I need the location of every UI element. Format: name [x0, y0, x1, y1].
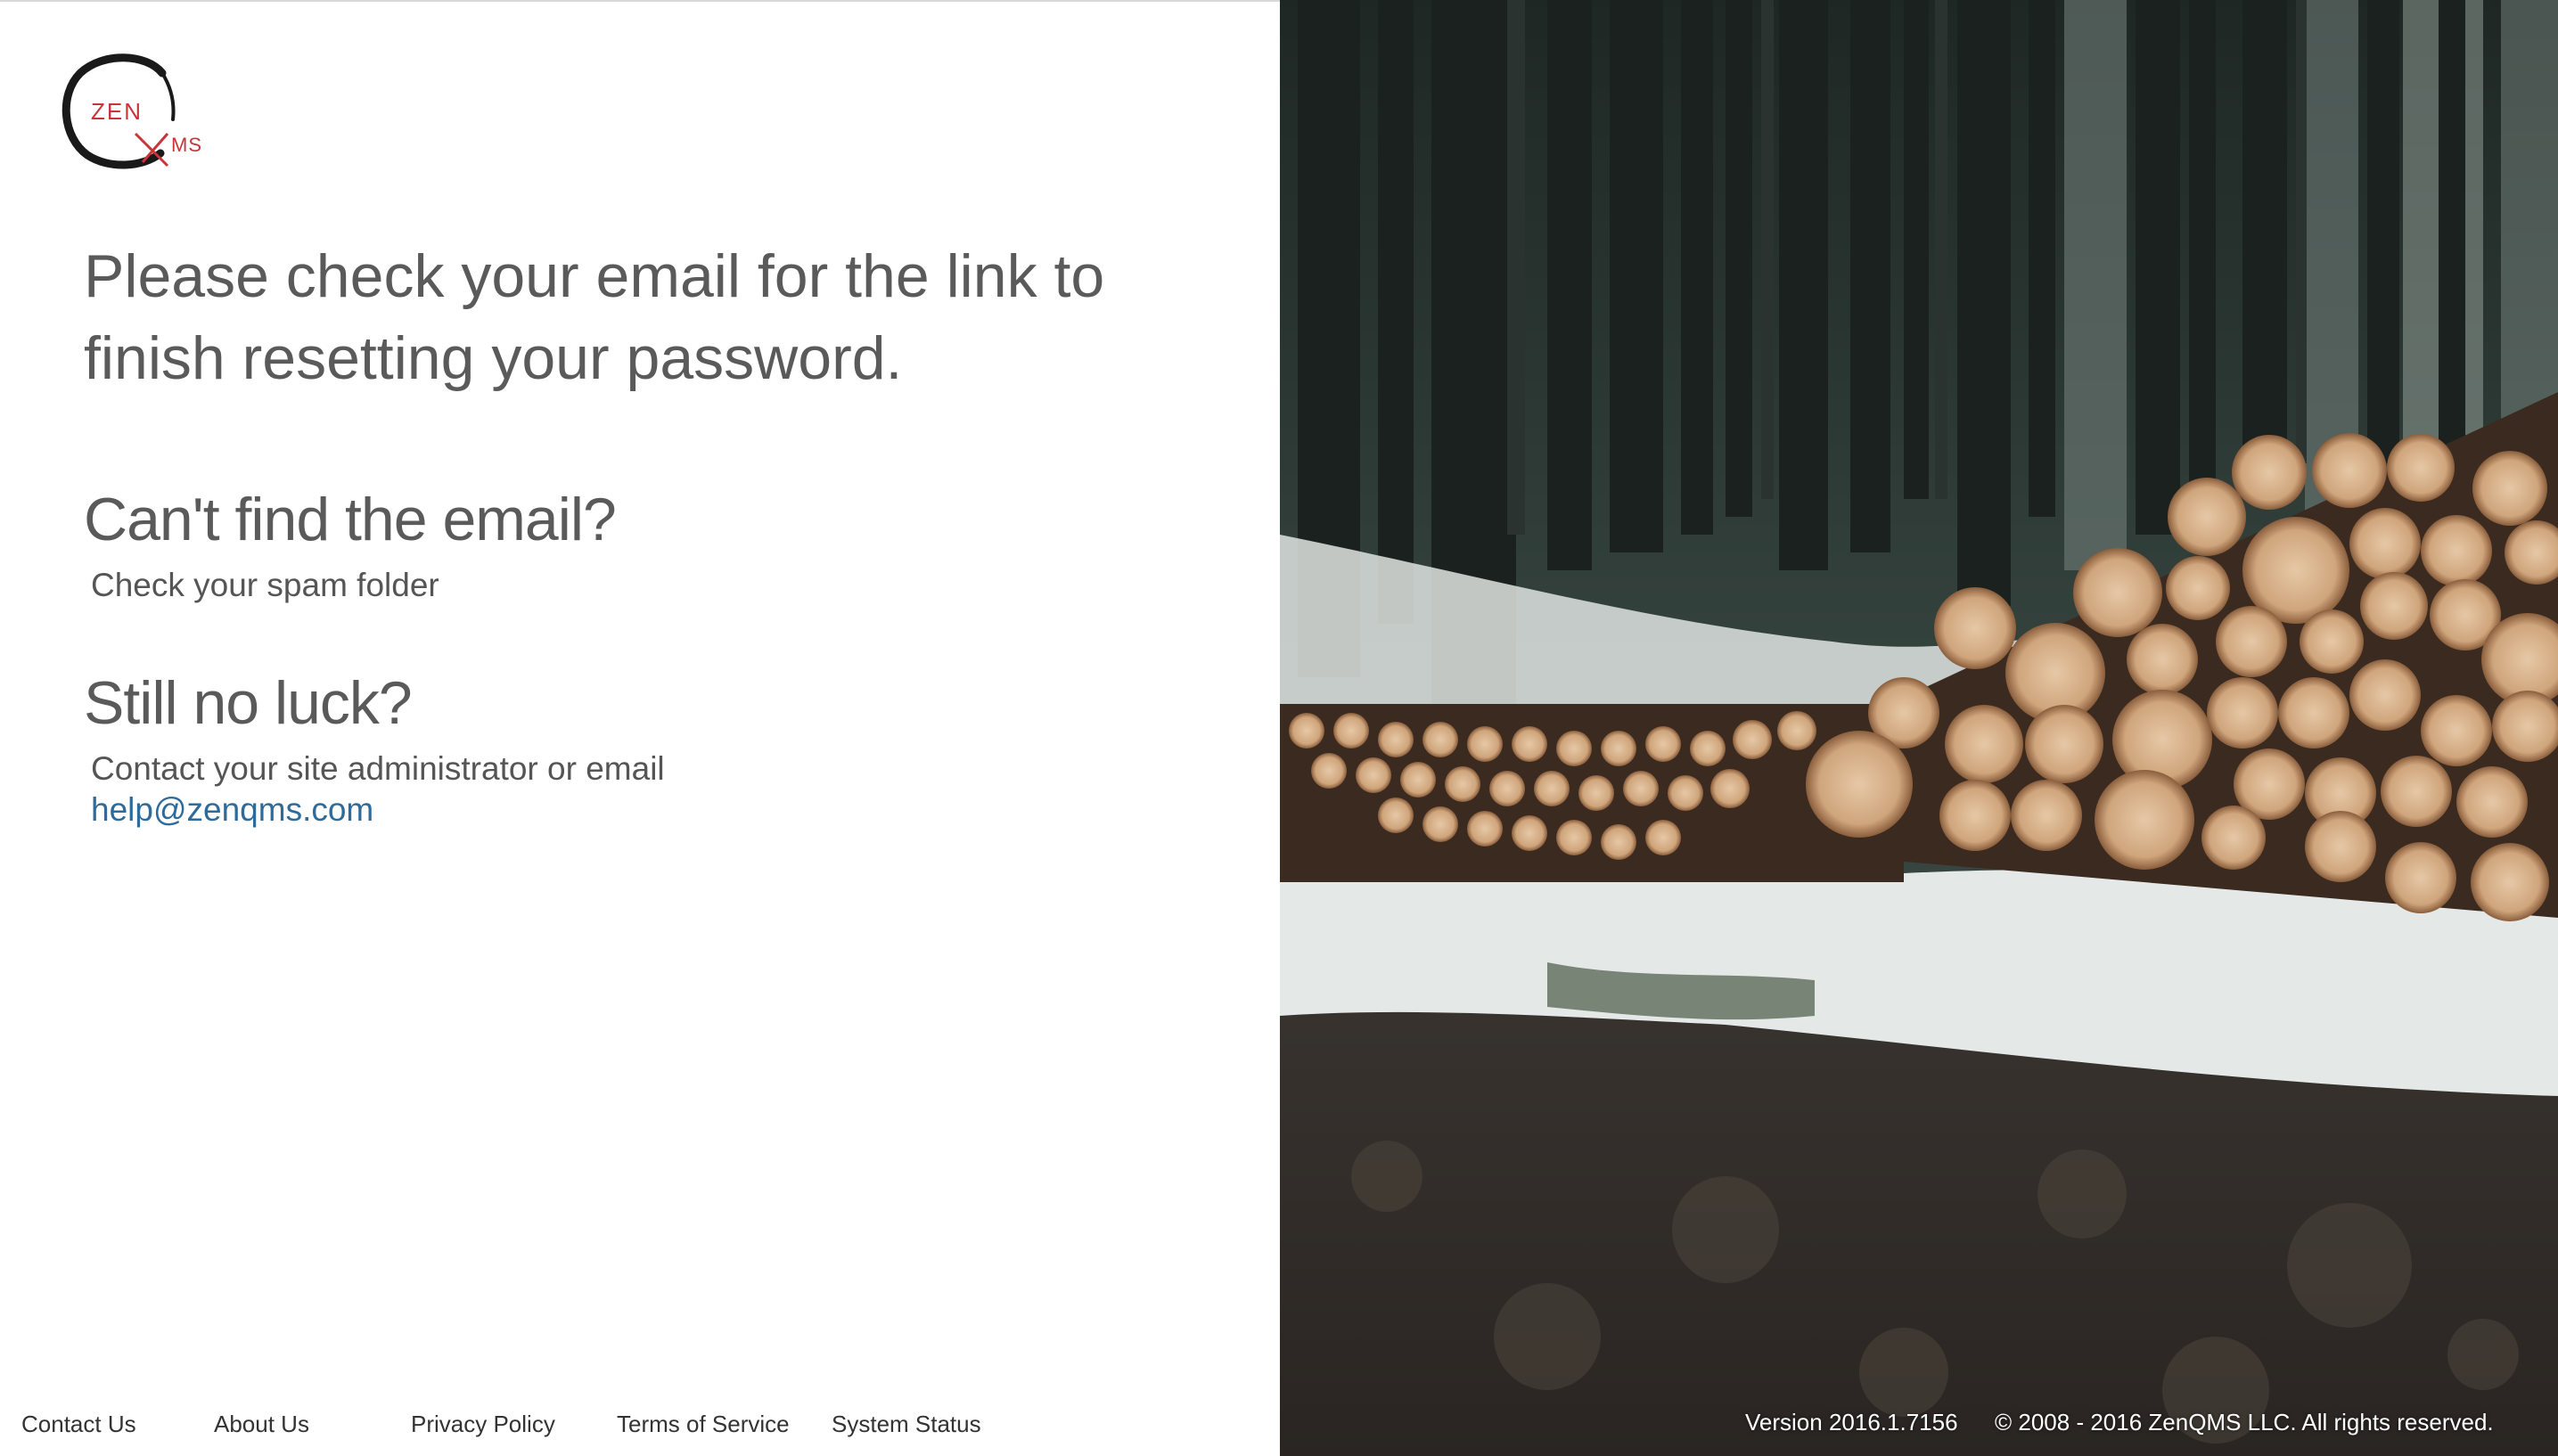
contact-admin-text: Contact your site administrator or email…: [91, 748, 715, 830]
zenqms-logo[interactable]: ZEN MS: [57, 48, 226, 182]
help-email-link[interactable]: help@zenqms.com: [91, 791, 373, 828]
version-text: Version 2016.1.7156: [1745, 1409, 1958, 1436]
copyright-text: © 2008 - 2016 ZenQMS LLC. All rights res…: [1995, 1409, 2494, 1436]
content-pane: ZEN MS Please check your email for the l…: [0, 0, 1280, 1456]
footer-about-us-link[interactable]: About Us: [214, 1411, 309, 1438]
footer-terms-of-service-link[interactable]: Terms of Service: [617, 1411, 790, 1438]
no-luck-heading: Still no luck?: [84, 669, 413, 737]
logo-ms-text: MS: [171, 134, 202, 156]
spam-folder-text: Check your spam folder: [91, 567, 439, 603]
contact-admin-prefix: Contact your site administrator or email: [91, 750, 665, 787]
footer-system-status-link[interactable]: System Status: [832, 1411, 981, 1438]
cant-find-heading: Can't find the email?: [84, 486, 617, 553]
hero-forest-image: Version 2016.1.7156 © 2008 - 2016 ZenQMS…: [1280, 0, 2558, 1456]
footer-contact-us-link[interactable]: Contact Us: [21, 1411, 136, 1438]
forest-logs-illustration: [1280, 0, 2558, 1456]
page-title: Please check your email for the link to …: [84, 242, 1105, 392]
logo-zen-text: ZEN: [91, 98, 143, 125]
footer-privacy-policy-link[interactable]: Privacy Policy: [411, 1411, 555, 1438]
